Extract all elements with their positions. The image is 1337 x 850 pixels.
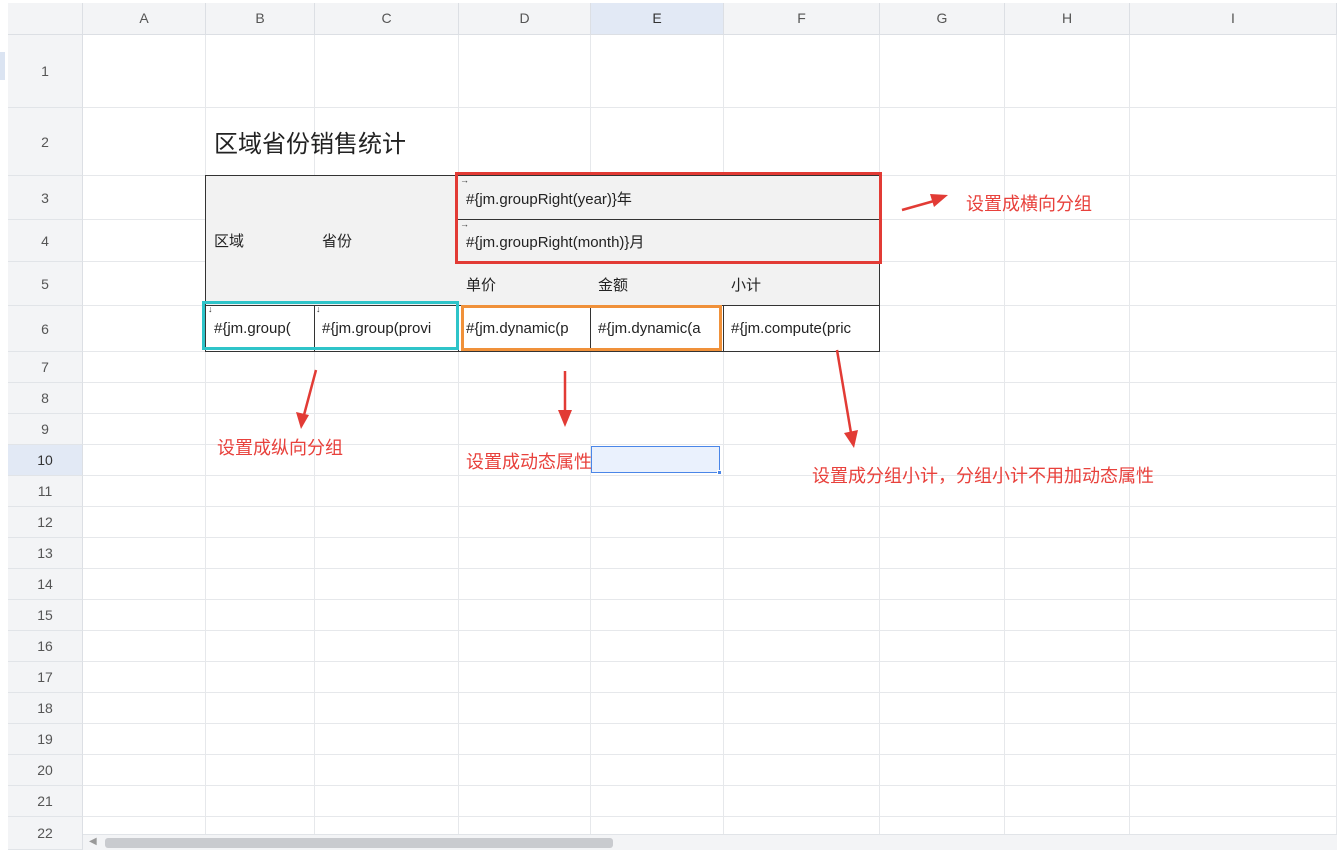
column-header-b[interactable]: B bbox=[206, 3, 315, 35]
header-amount-label: 金额 bbox=[598, 276, 629, 294]
annotation-subtotal: 设置成分组小计，分组小计不用加动态属性 bbox=[812, 466, 1154, 486]
column-header-h[interactable]: H bbox=[1005, 3, 1130, 35]
right-arrow-icon: → bbox=[460, 219, 469, 229]
annotation-horizontal-group: 设置成横向分组 bbox=[966, 194, 1092, 214]
row-header-17[interactable]: 17 bbox=[8, 662, 83, 693]
annotation-dynamic-attr: 设置成动态属性 bbox=[466, 452, 592, 472]
cell-c6[interactable]: ↓ #{jm.group(provi bbox=[314, 305, 459, 352]
row-header-9[interactable]: 9 bbox=[8, 414, 83, 445]
header-month-label: #{jm.groupRight(month)}月 bbox=[466, 233, 645, 251]
subtotal-arrow-head bbox=[844, 430, 858, 448]
cell-d6[interactable]: #{jm.dynamic(p bbox=[458, 305, 591, 352]
row-header-6[interactable]: 6 bbox=[8, 306, 83, 352]
cell-e6-formula: #{jm.dynamic(a bbox=[598, 320, 701, 337]
header-unit-price-label: 单价 bbox=[466, 276, 497, 294]
column-header-d[interactable]: D bbox=[459, 3, 591, 35]
header-region-cell[interactable]: 区域 bbox=[205, 175, 315, 306]
row-header-3[interactable]: 3 bbox=[8, 176, 83, 220]
row-header-4[interactable]: 4 bbox=[8, 220, 83, 262]
row-header-1[interactable]: 1 bbox=[8, 35, 83, 108]
down-arrow-icon: ↓ bbox=[316, 305, 321, 314]
column-header-a[interactable]: A bbox=[83, 3, 206, 35]
horizontal-group-arrow-line bbox=[901, 199, 935, 212]
header-year-cell[interactable]: → #{jm.groupRight(year)}年 bbox=[458, 175, 880, 220]
column-header-bar: A B C D E F G H I bbox=[8, 3, 1337, 35]
selected-cell-e10[interactable] bbox=[591, 446, 720, 473]
row-header-bar: 1 2 3 4 5 6 7 8 9 10 11 12 13 14 15 16 1… bbox=[8, 35, 83, 850]
header-province-label: 省份 bbox=[322, 233, 353, 250]
cell-c6-formula: #{jm.group(provi bbox=[322, 319, 432, 337]
subtotal-arrow-line bbox=[835, 349, 853, 434]
right-arrow-icon: → bbox=[460, 175, 469, 185]
cell-b6-formula: #{jm.group( bbox=[214, 319, 291, 337]
header-subtotal-label: 小计 bbox=[731, 276, 762, 294]
header-amount-cell[interactable]: 金额 bbox=[590, 261, 724, 306]
header-unit-price-cell[interactable]: 单价 bbox=[458, 261, 591, 306]
left-edge-strip bbox=[0, 0, 8, 850]
row-header-20[interactable]: 20 bbox=[8, 755, 83, 786]
row-header-12[interactable]: 12 bbox=[8, 507, 83, 538]
header-region-label: 区域 bbox=[214, 233, 245, 250]
row-header-21[interactable]: 21 bbox=[8, 786, 83, 817]
column-header-c[interactable]: C bbox=[315, 3, 459, 35]
fill-handle[interactable] bbox=[717, 470, 722, 475]
column-header-i[interactable]: I bbox=[1130, 3, 1337, 35]
cell-d6-formula: #{jm.dynamic(p bbox=[466, 320, 569, 337]
row-header-14[interactable]: 14 bbox=[8, 569, 83, 600]
row-header-8[interactable]: 8 bbox=[8, 383, 83, 414]
select-all-corner[interactable] bbox=[8, 3, 83, 35]
column-header-g[interactable]: G bbox=[880, 3, 1005, 35]
row-header-15[interactable]: 15 bbox=[8, 600, 83, 631]
row-header-7[interactable]: 7 bbox=[8, 352, 83, 383]
row-header-2[interactable]: 2 bbox=[8, 108, 83, 176]
horizontal-scrollbar-thumb[interactable] bbox=[105, 838, 613, 848]
row-header-13[interactable]: 13 bbox=[8, 538, 83, 569]
row-header-11[interactable]: 11 bbox=[8, 476, 83, 507]
header-year-label: #{jm.groupRight(year)}年 bbox=[466, 190, 632, 208]
horizontal-scrollbar[interactable]: ◀ bbox=[83, 834, 1337, 850]
row-header-5[interactable]: 5 bbox=[8, 262, 83, 306]
row-header-19[interactable]: 19 bbox=[8, 724, 83, 755]
row-header-18[interactable]: 18 bbox=[8, 693, 83, 724]
cell-f6[interactable]: #{jm.compute(pric bbox=[723, 305, 880, 352]
cell-e6[interactable]: #{jm.dynamic(a bbox=[590, 305, 724, 352]
left-edge-marker bbox=[0, 52, 5, 80]
chevron-left-icon[interactable]: ◀ bbox=[89, 836, 97, 847]
row-header-16[interactable]: 16 bbox=[8, 631, 83, 662]
header-month-cell[interactable]: → #{jm.groupRight(month)}月 bbox=[458, 219, 880, 262]
header-subtotal-cell[interactable]: 小计 bbox=[723, 261, 880, 306]
column-header-e[interactable]: E bbox=[591, 3, 724, 35]
row-header-22[interactable]: 22 bbox=[8, 817, 83, 850]
down-arrow-icon: ↓ bbox=[208, 305, 213, 314]
annotation-vertical-group: 设置成纵向分组 bbox=[217, 438, 343, 458]
cell-b6[interactable]: ↓ #{jm.group( bbox=[205, 305, 315, 352]
cell-f6-formula: #{jm.compute(pric bbox=[731, 320, 852, 337]
header-province-cell[interactable]: 省份 bbox=[314, 175, 459, 306]
row-header-10[interactable]: 10 bbox=[8, 445, 83, 476]
vertical-group-arrow-head bbox=[296, 412, 309, 429]
report-title[interactable]: 区域省份销售统计 bbox=[214, 124, 406, 159]
column-header-f[interactable]: F bbox=[724, 3, 880, 35]
horizontal-group-arrow-head bbox=[930, 194, 948, 207]
